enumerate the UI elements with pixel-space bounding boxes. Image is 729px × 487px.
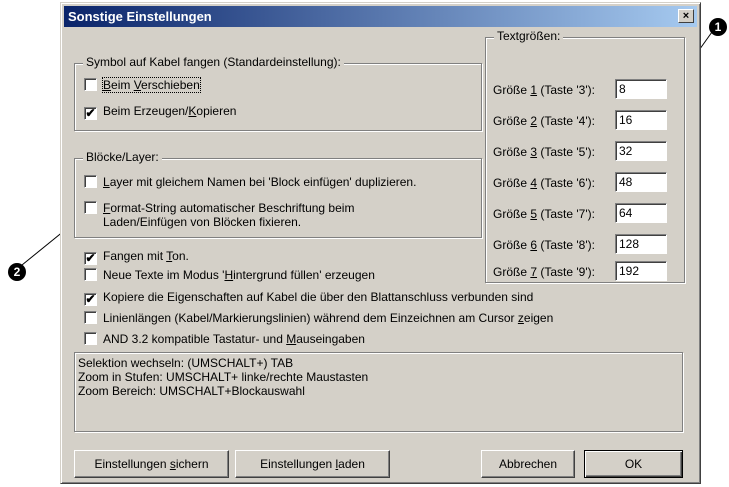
checkbox-box[interactable]: [84, 332, 97, 345]
size-4-input[interactable]: [615, 172, 667, 192]
size-label-4: Größe 4 (Taste '6'):: [493, 176, 595, 190]
checkbox-linienlaengen-zeigen[interactable]: Linienlängen (Kabel/Markierungslinien) w…: [84, 311, 553, 325]
size-label-1: Größe 1 (Taste '3'):: [493, 83, 595, 97]
checkbox-box[interactable]: [84, 201, 97, 214]
info-line: Zoom Bereich: UMSCHALT+Blockauswahl: [78, 384, 305, 398]
checkbox-beim-verschieben[interactable]: Beim Verschieben: [84, 77, 201, 93]
checkbox-label: Kopiere die Eigenschaften auf Kabel die …: [103, 290, 534, 304]
checkbox-and32-kompatibel[interactable]: AND 3.2 kompatible Tastatur- und Mausein…: [84, 332, 365, 346]
size-row-7: Größe 7 (Taste '9'):: [493, 265, 595, 279]
checkbox-label: Layer mit gleichem Namen bei 'Block einf…: [103, 175, 417, 189]
size-label-7: Größe 7 (Taste '9'):: [493, 265, 595, 279]
size-label-5: Größe 5 (Taste '7'):: [493, 207, 595, 221]
checkbox-box[interactable]: ✔: [84, 252, 97, 265]
checkbox-box[interactable]: ✔: [84, 293, 97, 306]
checkbox-box[interactable]: [84, 78, 97, 91]
checkbox-label: Format-String automatischer Beschriftung…: [103, 201, 355, 229]
checkbox-label: Neue Texte im Modus 'Hintergrund füllen'…: [103, 268, 375, 282]
cancel-button[interactable]: Abbrechen: [481, 450, 575, 478]
size-5-input[interactable]: [615, 203, 667, 223]
size-6-input[interactable]: [615, 234, 667, 254]
shortcut-info-box: Selektion wechseln: (UMSCHALT+) TAB Zoom…: [74, 352, 683, 432]
checkbox-label: Beim Erzeugen/Kopieren: [103, 104, 237, 118]
checkbox-label: AND 3.2 kompatible Tastatur- und Mausein…: [103, 332, 365, 346]
dialog-title: Sonstige Einstellungen: [68, 9, 212, 24]
checkbox-box[interactable]: [84, 311, 97, 324]
size-row-2: Größe 2 (Taste '4'):: [493, 114, 595, 128]
settings-dialog: Sonstige Einstellungen × Symbol auf Kabe…: [60, 2, 701, 484]
checkbox-box[interactable]: ✔: [84, 107, 97, 120]
size-label-2: Größe 2 (Taste '4'):: [493, 114, 595, 128]
callout-2: 2: [8, 263, 26, 281]
size-2-input[interactable]: [615, 110, 667, 130]
callout-1: 1: [709, 18, 727, 36]
size-label-6: Größe 6 (Taste '8'):: [493, 238, 595, 252]
close-button[interactable]: ×: [678, 9, 694, 23]
checkbox-fangen-mit-ton[interactable]: ✔ Fangen mit Ton.: [84, 249, 189, 265]
checkbox-beim-erzeugen-kopieren[interactable]: ✔ Beim Erzeugen/Kopieren: [84, 104, 236, 120]
info-line: Selektion wechseln: (UMSCHALT+) TAB: [78, 356, 294, 370]
checkbox-neue-texte-hintergrund[interactable]: Neue Texte im Modus 'Hintergrund füllen'…: [84, 268, 375, 282]
checkbox-label: Fangen mit Ton.: [103, 249, 189, 263]
textsizes-group-title: Textgrößen:: [494, 29, 564, 43]
close-icon: ×: [682, 10, 690, 22]
size-label-3: Größe 3 (Taste '5'):: [493, 145, 595, 159]
checkbox-label: Linienlängen (Kabel/Markierungslinien) w…: [103, 311, 554, 325]
size-row-1: Größe 1 (Taste '3'):: [493, 83, 595, 97]
symbol-catch-group-title: Symbol auf Kabel fangen (Standardeinstel…: [83, 55, 344, 69]
checkbox-layer-duplizieren[interactable]: Layer mit gleichem Namen bei 'Block einf…: [84, 175, 416, 189]
load-settings-button[interactable]: Einstellungen laden: [235, 450, 390, 478]
size-row-5: Größe 5 (Taste '7'):: [493, 207, 595, 221]
size-7-input[interactable]: [615, 261, 667, 281]
size-row-4: Größe 4 (Taste '6'):: [493, 176, 595, 190]
ok-button[interactable]: OK: [584, 450, 683, 478]
checkbox-kopiere-eigenschaften[interactable]: ✔ Kopiere die Eigenschaften auf Kabel die…: [84, 290, 533, 306]
size-row-6: Größe 6 (Taste '8'):: [493, 238, 595, 252]
size-3-input[interactable]: [615, 141, 667, 161]
checkbox-box[interactable]: [84, 175, 97, 188]
info-line: Zoom in Stufen: UMSCHALT+ linke/rechte M…: [78, 370, 369, 384]
symbol-catch-group: Symbol auf Kabel fangen (Standardeinstel…: [74, 55, 482, 131]
size-row-3: Größe 3 (Taste '5'):: [493, 145, 595, 159]
checkbox-label: Beim Verschieben: [102, 77, 201, 93]
checkbox-format-string-fixieren[interactable]: Format-String automatischer Beschriftung…: [84, 201, 354, 229]
size-1-input[interactable]: [615, 79, 667, 99]
checkbox-box[interactable]: [84, 268, 97, 281]
bloecke-layer-group-title: Blöcke/Layer:: [83, 150, 162, 164]
title-bar: Sonstige Einstellungen ×: [64, 6, 697, 27]
save-settings-button[interactable]: Einstellungen sichern: [74, 450, 229, 478]
